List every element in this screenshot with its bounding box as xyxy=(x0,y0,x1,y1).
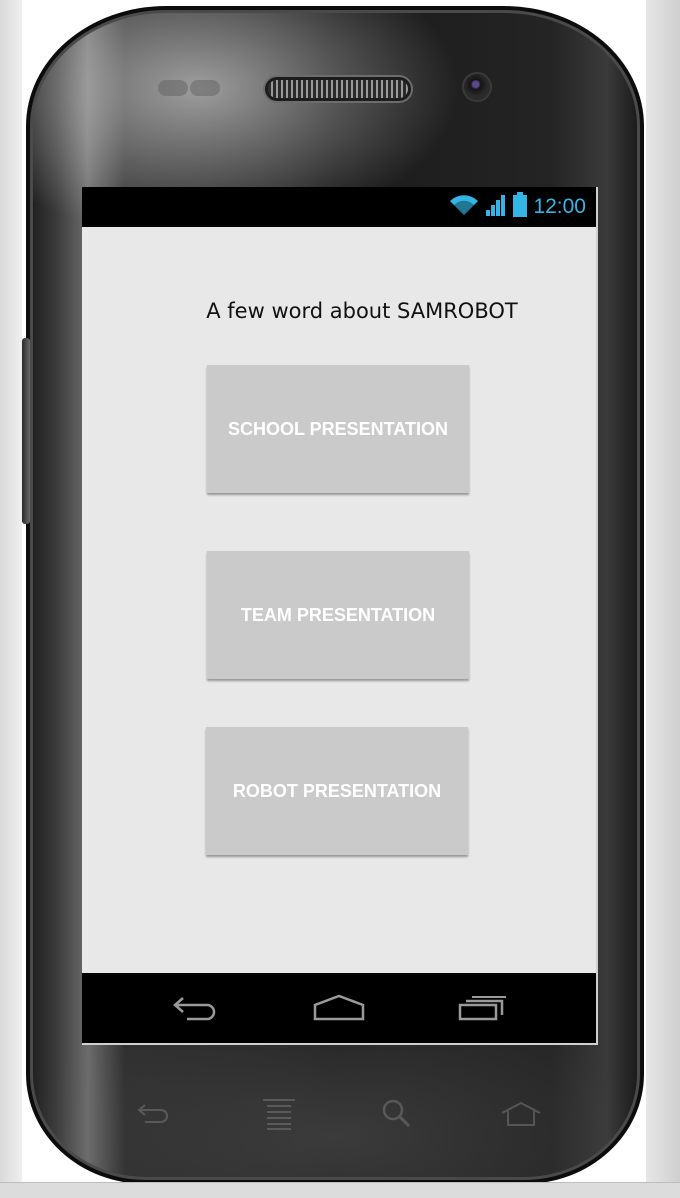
home-icon[interactable] xyxy=(304,985,374,1031)
page-title: A few word about SAMROBOT xyxy=(206,299,518,323)
hw-back-icon xyxy=(130,1092,180,1136)
school-presentation-label: SCHOOL PRESENTATION xyxy=(227,418,449,439)
left-margin xyxy=(0,0,22,1198)
light-sensor xyxy=(190,80,220,96)
battery-icon xyxy=(513,192,528,222)
team-presentation-label: TEAM PRESENTATION xyxy=(240,604,436,625)
front-camera xyxy=(464,74,490,100)
wifi-icon xyxy=(449,193,479,221)
robot-presentation-label: ROBOT PRESENTATION xyxy=(232,780,442,801)
volume-button xyxy=(22,338,30,524)
navigation-bar xyxy=(82,973,596,1043)
status-time: 12:00 xyxy=(533,195,586,218)
hw-search-icon xyxy=(372,1092,422,1136)
team-presentation-button[interactable]: TEAM PRESENTATION xyxy=(207,551,469,679)
recent-apps-icon[interactable] xyxy=(448,985,518,1031)
bottom-margin xyxy=(0,1182,680,1198)
back-icon[interactable] xyxy=(161,985,231,1031)
hw-menu-icon xyxy=(254,1092,304,1136)
hw-home-icon xyxy=(496,1092,546,1136)
school-presentation-button[interactable]: SCHOOL PRESENTATION xyxy=(207,365,469,493)
proximity-sensor xyxy=(158,80,188,96)
app-content: A few word about SAMROBOT SCHOOL PRESENT… xyxy=(82,227,596,973)
status-bar: 12:00 xyxy=(82,187,596,227)
right-margin xyxy=(646,0,680,1198)
robot-presentation-button[interactable]: ROBOT PRESENTATION xyxy=(206,727,468,855)
signal-icon xyxy=(485,193,507,221)
earpiece-speaker xyxy=(268,80,408,98)
status-icons: 12:00 xyxy=(449,192,586,222)
device-screen: 12:00 A few word about SAMROBOT SCHOOL P… xyxy=(82,187,598,1045)
